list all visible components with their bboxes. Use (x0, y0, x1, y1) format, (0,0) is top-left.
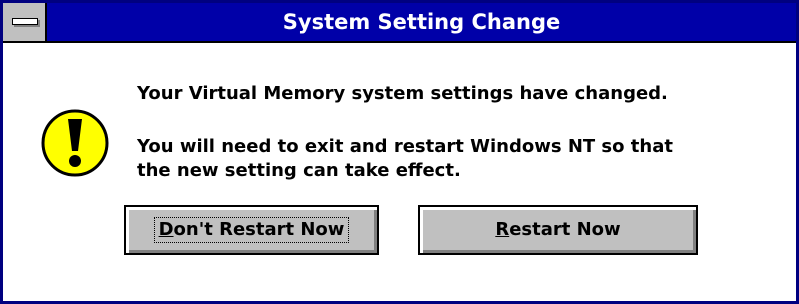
focus-indicator: Don't Restart Now (153, 217, 350, 243)
message-line-3: the new setting can take effect. (137, 160, 461, 181)
restart-mnemonic: R (495, 219, 510, 240)
system-menu-button[interactable] (3, 3, 47, 41)
message-line-2: You will need to exit and restart Window… (137, 136, 673, 157)
system-setting-change-dialog: System Setting Change Your Virtual Memor… (0, 0, 799, 304)
exclamation-icon (41, 109, 109, 177)
dialog-title: System Setting Change (282, 10, 561, 34)
title-bar[interactable]: System Setting Change (3, 3, 796, 43)
restart-now-button[interactable]: Restart Now (418, 205, 698, 255)
message-line-1: Your Virtual Memory system settings have… (137, 83, 668, 104)
dont-restart-label: on't Restart Now (173, 219, 345, 240)
restart-label: estart Now (509, 219, 621, 240)
system-menu-icon (12, 18, 38, 25)
dont-restart-now-button[interactable]: Don't Restart Now (124, 205, 379, 255)
dont-restart-mnemonic: D (158, 219, 174, 240)
